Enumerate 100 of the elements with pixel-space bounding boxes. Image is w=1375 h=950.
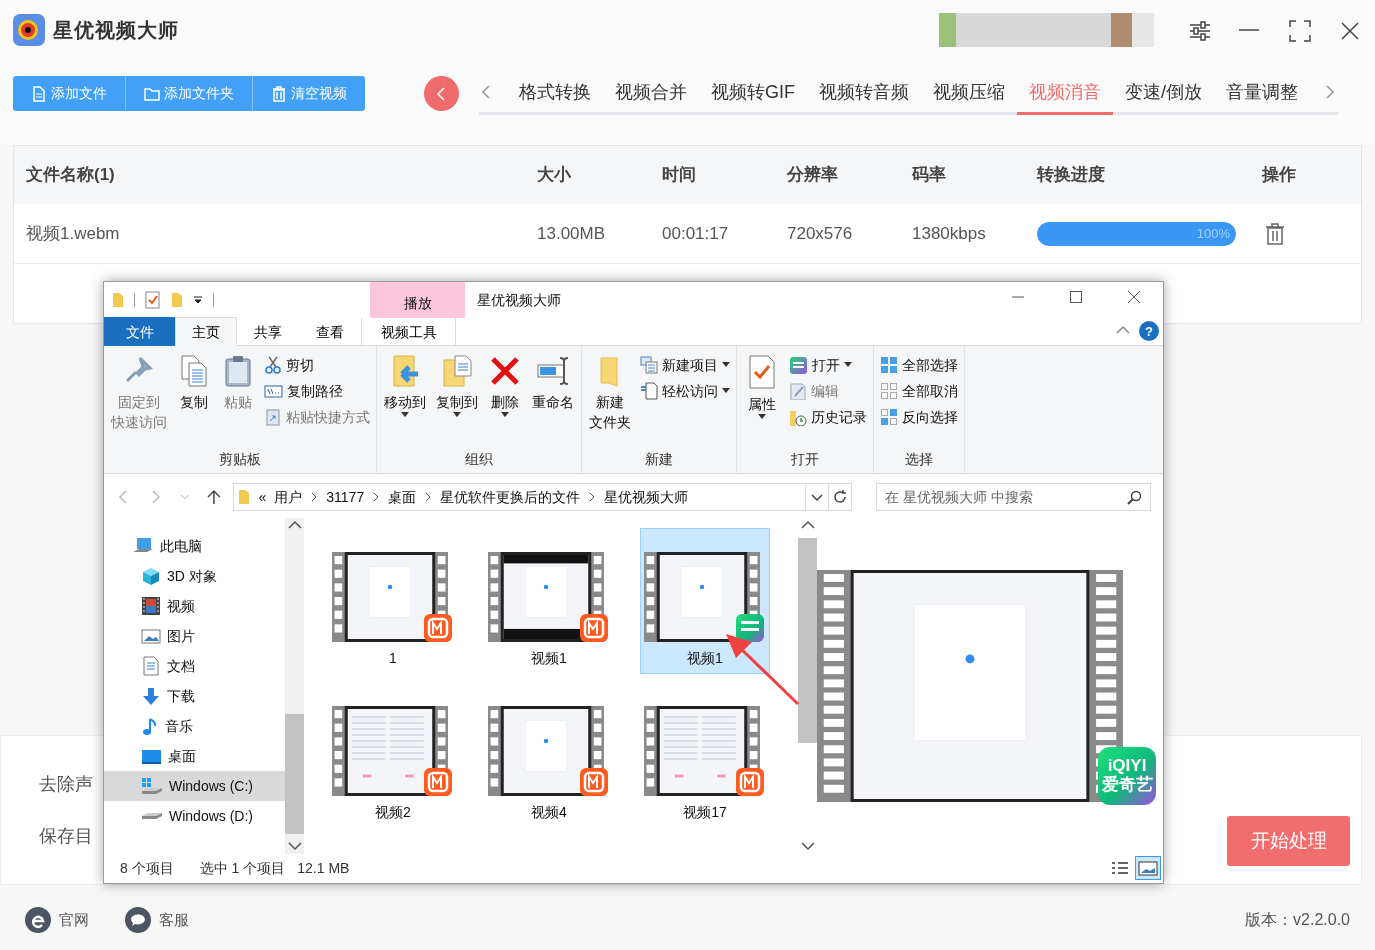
ribbon-button[interactable]: 新建 文件夹 — [586, 352, 634, 434]
file-item[interactable]: 视频1 — [640, 528, 770, 674]
nav-tree-item[interactable]: Windows (C:) — [104, 771, 285, 801]
browser-icon — [25, 907, 51, 933]
nav-tree-item[interactable]: 此电脑 — [104, 531, 285, 561]
picture-icon — [141, 627, 161, 645]
column-header: 转换进度 — [1037, 164, 1106, 187]
nav-tree-item[interactable]: 图片 — [104, 621, 285, 651]
footer-link[interactable]: 官网 — [25, 907, 89, 933]
ribbon-button[interactable]: 复制路径 — [262, 378, 372, 404]
ribbon-button[interactable]: 删除 — [485, 352, 525, 420]
edit-icon — [789, 382, 807, 400]
scrollbar[interactable] — [285, 518, 304, 854]
file-item[interactable]: 视频1 — [484, 528, 614, 674]
ribbon-button[interactable]: 全部取消 — [878, 378, 960, 404]
progress-reading: 100% — [1196, 224, 1230, 243]
dropdown-icon — [193, 295, 203, 305]
feature-tab[interactable]: 视频转音频 — [807, 72, 921, 115]
music-note-icon — [141, 716, 159, 736]
status-text: 8 个项目 — [120, 858, 174, 878]
address-bar[interactable]: « 用户 31177 桌面 星优软件更换后的文件 星优视频大师 — [233, 483, 830, 511]
thumbnail-view-icon — [1138, 859, 1158, 878]
ribbon-button[interactable]: 打开 — [787, 352, 869, 378]
minimize-icon — [1239, 29, 1259, 31]
ribbon-tab[interactable]: 查看 — [299, 317, 361, 346]
history-icon — [789, 408, 807, 426]
table-cell: 13.00MB — [537, 223, 606, 243]
back-button[interactable] — [424, 76, 459, 111]
nav-tree-item[interactable]: 音乐 — [104, 711, 285, 741]
new-item-icon — [640, 356, 658, 374]
nav-tree-item[interactable]: Windows (D:) — [104, 801, 285, 831]
empty-grid-icon — [880, 382, 898, 400]
setting-label: 保存目 — [39, 825, 93, 848]
ribbon-button[interactable]: 复制 — [174, 352, 214, 414]
file-item[interactable]: 1 — [328, 528, 458, 674]
setting-label: 去除声 — [39, 773, 93, 796]
window-title: 星优视频大师 — [477, 291, 561, 310]
maximize-icon — [1287, 18, 1313, 44]
file-item[interactable]: 视频2 — [328, 682, 458, 828]
caret-icon — [501, 412, 509, 418]
close-icon — [1127, 290, 1141, 304]
feature-tab[interactable]: 变速/倒放 — [1113, 72, 1214, 115]
nav-tree-item[interactable]: 文档 — [104, 651, 285, 681]
nav-tree-item[interactable]: 下载 — [104, 681, 285, 711]
table-cell: 00:01:17 — [662, 223, 729, 243]
path-icon — [264, 382, 283, 400]
breadcrumb-item[interactable]: 31177 — [326, 486, 365, 508]
ribbon-tab[interactable]: 共享 — [237, 317, 299, 346]
ribbon-tab[interactable]: 文件 — [104, 317, 175, 346]
help-button[interactable]: ? — [1139, 321, 1159, 341]
ribbon-button[interactable]: 重命名 — [529, 352, 577, 414]
ribbon-button[interactable]: 属性 — [741, 352, 783, 422]
footer-link[interactable]: 客服 — [125, 907, 189, 933]
table-cell: 视频1.webm — [26, 223, 120, 243]
ribbon-tab[interactable]: 主页 — [175, 317, 237, 346]
file-item[interactable]: 视频4 — [484, 682, 614, 828]
breadcrumb-separator-icon — [372, 492, 381, 502]
breadcrumb-item[interactable]: 星优软件更换后的文件 — [440, 486, 581, 508]
ribbon-button[interactable]: 剪切 — [262, 352, 372, 378]
folder-icon — [171, 292, 183, 308]
file-item[interactable]: 视频17 — [640, 682, 770, 828]
search-field[interactable]: 在 星优视频大师 中搜索 — [876, 483, 1151, 511]
feature-tab[interactable]: 视频转GIF — [699, 72, 807, 115]
nav-tree-item[interactable]: 桌面 — [104, 741, 285, 771]
nav-tree-item[interactable]: 3D 对象 — [104, 561, 285, 591]
app-logo-icon — [13, 14, 45, 46]
ribbon-button[interactable]: 新建项目 — [638, 352, 732, 378]
ribbon-button[interactable]: 复制到 — [433, 352, 481, 420]
ribbon-group-label: 组织 — [464, 450, 494, 469]
grid-icon — [880, 356, 898, 374]
view-toggle-button[interactable] — [1135, 856, 1161, 880]
refresh-icon — [832, 489, 849, 505]
ribbon-button[interactable]: 轻松访问 — [638, 378, 732, 404]
ribbon-group-label: 剪贴板 — [218, 450, 262, 469]
feature-tab[interactable]: 视频合并 — [603, 72, 699, 115]
chat-icon — [125, 907, 151, 933]
ribbon-button[interactable]: 历史记录 — [787, 404, 869, 430]
app-title: 星优视频大师 — [53, 18, 179, 43]
trash-icon — [1263, 221, 1287, 246]
ribbon-button[interactable]: 移动到 — [381, 352, 429, 420]
search-placeholder: 在 星优视频大师 中搜索 — [885, 487, 1034, 507]
ribbon-button[interactable]: 全部选择 — [878, 352, 960, 378]
feature-tab[interactable]: 格式转换 — [507, 72, 603, 115]
sliders-icon — [1187, 18, 1213, 44]
feature-tab[interactable]: 视频压缩 — [921, 72, 1017, 115]
breadcrumb-item[interactable]: 用户 — [274, 486, 303, 508]
drive-icon — [141, 812, 163, 820]
folder-icon — [144, 85, 160, 102]
up-arrow-icon — [205, 489, 222, 505]
drive-icon — [141, 777, 163, 795]
maximize-button[interactable] — [1286, 17, 1312, 43]
trash-icon — [271, 85, 287, 102]
nav-tree-item[interactable]: 视频 — [104, 591, 285, 621]
column-header: 文件名称(1) — [26, 164, 116, 187]
caret-icon — [844, 362, 852, 368]
breadcrumb-item[interactable]: 桌面 — [388, 486, 417, 508]
ribbon-button[interactable]: 反向选择 — [878, 404, 960, 430]
feature-tab[interactable]: 音量调整 — [1214, 72, 1310, 115]
folder-icon — [112, 292, 124, 308]
breadcrumb-item[interactable]: 星优视频大师 — [604, 486, 689, 508]
